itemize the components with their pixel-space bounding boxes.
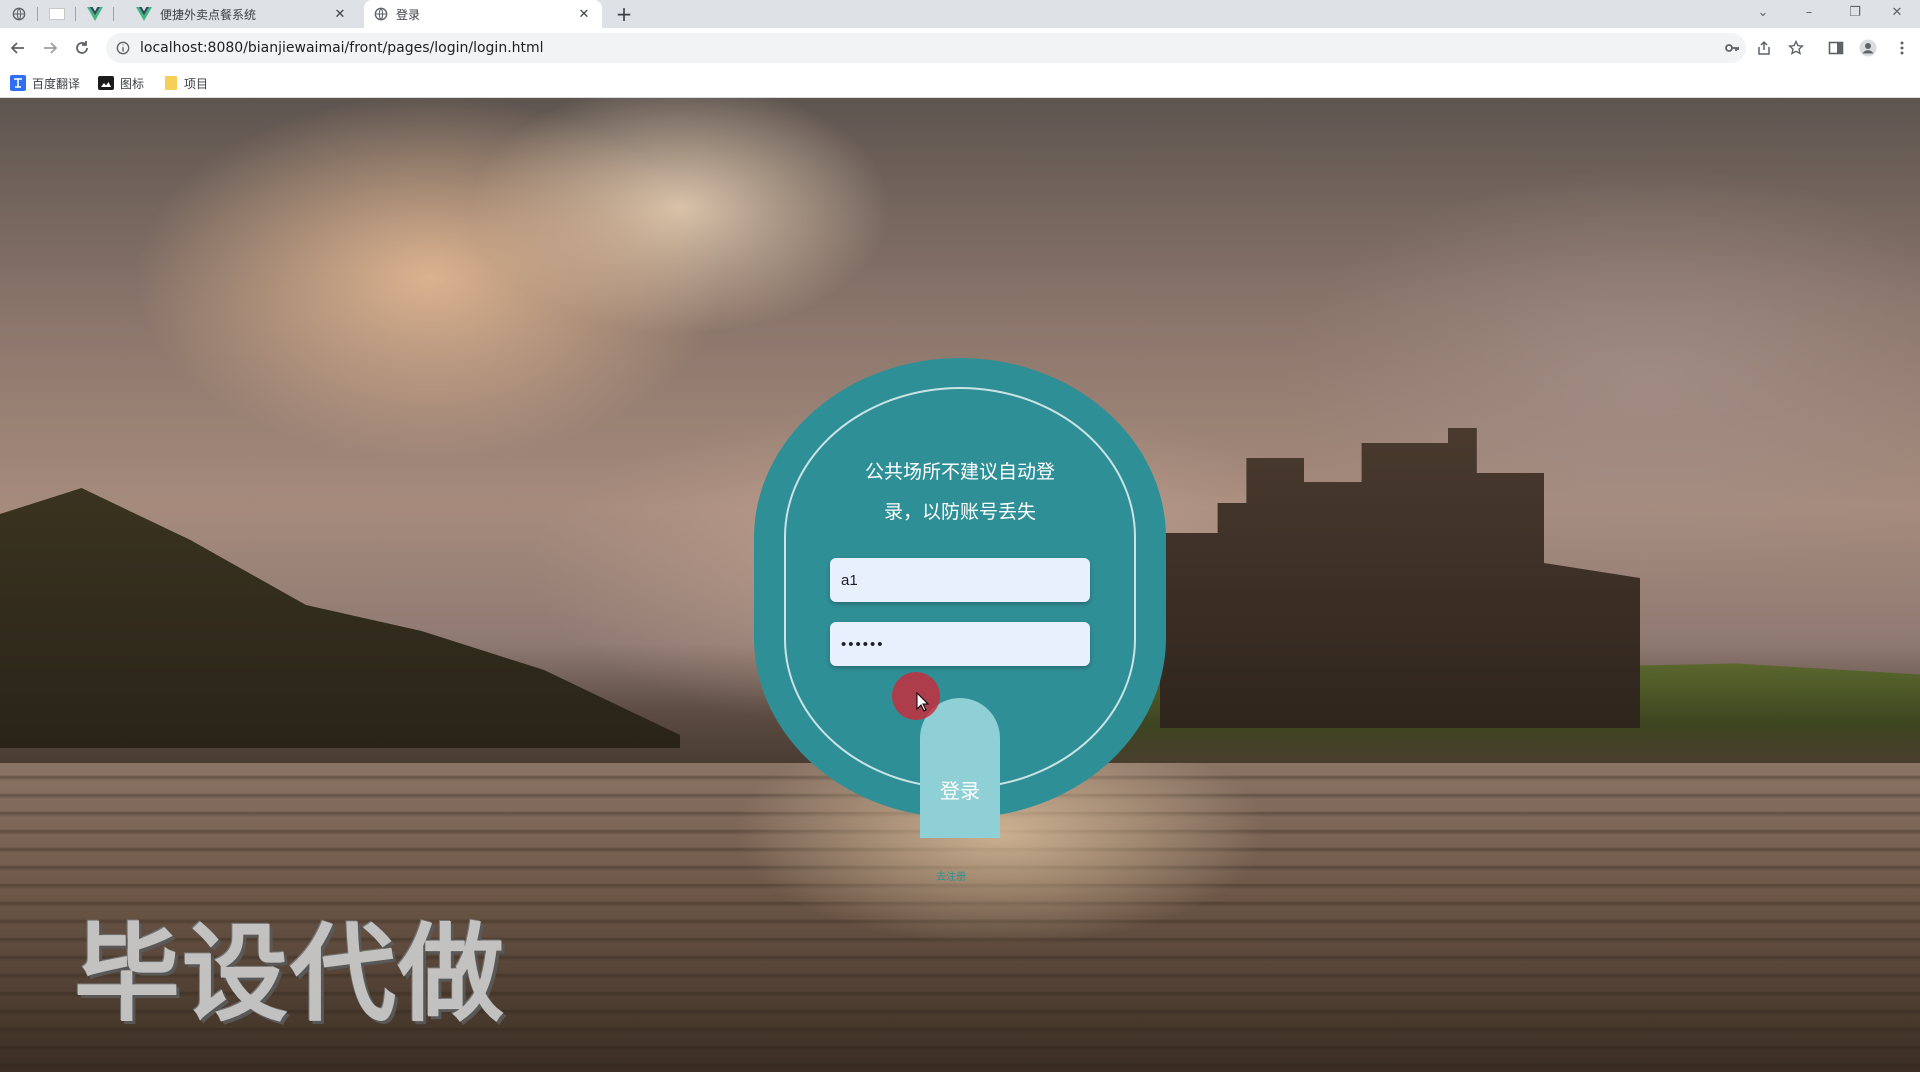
vue-logo-icon xyxy=(136,7,152,21)
register-link[interactable]: 去注册 xyxy=(936,868,966,883)
close-icon[interactable]: ✕ xyxy=(576,6,592,22)
bookmark-icons[interactable]: 图标 xyxy=(98,74,144,92)
arrow-left-icon xyxy=(10,42,24,54)
key-icon[interactable] xyxy=(1722,38,1742,58)
translate-icon xyxy=(10,75,26,91)
bookmark-baidu-translate[interactable]: 百度翻译 xyxy=(10,74,80,92)
chevron-down-icon[interactable]: ⌄ xyxy=(1740,0,1786,24)
login-page: 公共场所不建议自动登 录，以防账号丢失 登录 去注册 毕设代做 xyxy=(0,98,1920,1072)
address-bar[interactable]: localhost:8080/bianjiewaimai/front/pages… xyxy=(106,33,1746,63)
side-panel-icon[interactable] xyxy=(1826,38,1846,58)
auto-login-tip: 公共场所不建议自动登 录，以防账号丢失 xyxy=(844,452,1076,532)
profile-icon[interactable] xyxy=(1858,38,1878,58)
browser-toolbar: localhost:8080/bianjiewaimai/front/pages… xyxy=(0,28,1920,68)
star-icon[interactable] xyxy=(1786,38,1806,58)
tab-title: 便捷外卖点餐系统 xyxy=(160,7,257,22)
image-icon xyxy=(98,76,114,90)
globe-icon xyxy=(374,7,388,21)
vue-logo-icon xyxy=(87,7,103,21)
watermark-text: 毕设代做 xyxy=(74,913,506,1036)
forward-button[interactable] xyxy=(36,34,64,62)
restore-icon[interactable]: ❐ xyxy=(1832,0,1878,24)
bookmark-label: 项目 xyxy=(184,76,209,91)
mouse-cursor-icon xyxy=(916,692,930,712)
pinned-tab-2[interactable] xyxy=(38,0,76,28)
window-close-icon[interactable]: ✕ xyxy=(1874,0,1920,24)
url-text[interactable]: localhost:8080/bianjiewaimai/front/pages… xyxy=(140,40,544,56)
login-button[interactable]: 登录 xyxy=(920,698,1000,838)
new-tab-button[interactable]: + xyxy=(612,2,636,26)
bookmark-label: 百度翻译 xyxy=(32,76,81,91)
tab-takeaway-system[interactable]: 便捷外卖点餐系统 ✕ xyxy=(126,0,358,28)
close-icon[interactable]: ✕ xyxy=(332,6,348,22)
tab-login[interactable]: 登录 ✕ xyxy=(364,0,602,28)
info-icon[interactable] xyxy=(116,41,130,55)
bookmarks-bar: 百度翻译 图标 项目 xyxy=(0,68,1920,98)
folder-icon xyxy=(165,76,177,90)
password-input[interactable] xyxy=(830,622,1090,666)
bookmark-projects[interactable]: 项目 xyxy=(164,74,208,92)
kebab-menu-icon[interactable] xyxy=(1892,38,1912,58)
reload-icon xyxy=(76,41,88,54)
tab-strip: 便捷外卖点餐系统 ✕ 登录 ✕ + ⌄ – ❐ ✕ xyxy=(0,0,1920,28)
back-button[interactable] xyxy=(4,34,32,62)
pinned-tab-3[interactable] xyxy=(76,0,114,28)
username-input[interactable] xyxy=(830,558,1090,602)
blank-page-icon xyxy=(49,8,65,20)
login-card: 公共场所不建议自动登 录，以防账号丢失 登录 xyxy=(754,358,1166,838)
reload-button[interactable] xyxy=(68,34,96,62)
share-icon[interactable] xyxy=(1754,38,1774,58)
tip-line-1: 公共场所不建议自动登 xyxy=(864,461,1055,483)
bookmark-label: 图标 xyxy=(120,76,145,91)
tip-line-2: 录，以防账号丢失 xyxy=(883,501,1036,523)
tab-title: 登录 xyxy=(396,7,421,22)
background-castle xyxy=(1160,428,1640,728)
background-hills xyxy=(0,488,680,748)
arrow-right-icon xyxy=(44,42,58,54)
minimize-icon[interactable]: – xyxy=(1786,0,1832,24)
pinned-tab-1[interactable] xyxy=(0,0,38,28)
globe-icon xyxy=(12,7,26,21)
